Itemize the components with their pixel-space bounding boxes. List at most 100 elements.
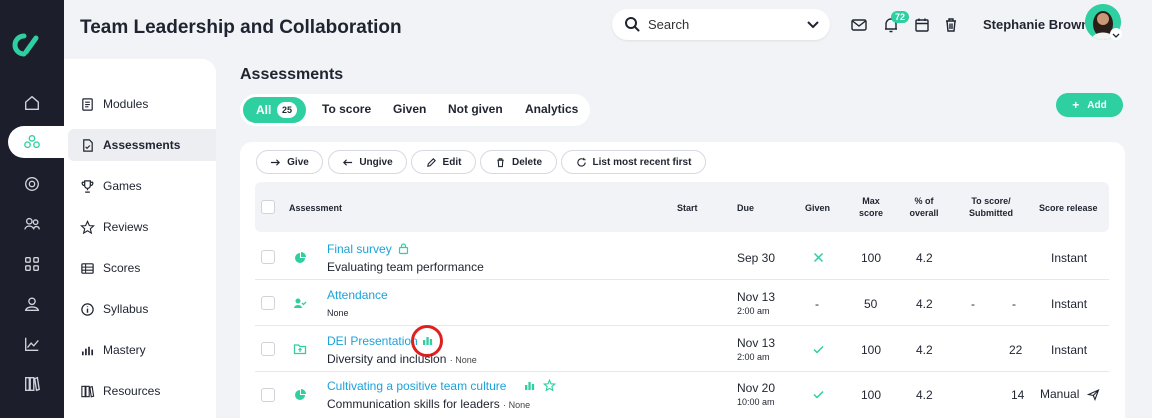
col-label-line: Submitted bbox=[969, 208, 1013, 218]
col-start[interactable]: Start bbox=[677, 202, 698, 214]
assessment-title-link[interactable]: Attendance bbox=[327, 288, 388, 302]
sidebar-item-label: Mastery bbox=[103, 343, 146, 357]
edit-button[interactable]: Edit bbox=[411, 150, 476, 174]
col-assessment[interactable]: Assessment bbox=[289, 202, 342, 214]
app-logo[interactable] bbox=[12, 30, 40, 60]
avatar-menu-chevron[interactable] bbox=[1110, 28, 1122, 40]
select-all-checkbox[interactable] bbox=[261, 200, 275, 214]
col-due[interactable]: Due bbox=[737, 202, 754, 214]
books-icon[interactable] bbox=[20, 372, 44, 396]
chevron-down-icon[interactable] bbox=[806, 17, 820, 31]
sidebar-item-label: Assessments bbox=[103, 138, 181, 152]
sort-button[interactable]: List most recent first bbox=[561, 150, 706, 174]
tab-all[interactable]: All 25 bbox=[243, 97, 306, 123]
table-icon bbox=[81, 262, 94, 274]
col-max-score[interactable]: Max score bbox=[855, 195, 887, 219]
delete-label: Delete bbox=[511, 156, 542, 168]
percent-overall: 4.2 bbox=[916, 343, 933, 357]
analytics-bars-icon[interactable] bbox=[523, 379, 536, 392]
subtitle-text: Diversity and inclusion bbox=[327, 352, 447, 366]
due-date: Nov 13 bbox=[737, 336, 776, 350]
sidebar-item-syllabus[interactable]: Syllabus bbox=[68, 293, 216, 325]
delete-button[interactable]: Delete bbox=[480, 150, 557, 174]
col-label-line: To score/ bbox=[971, 196, 1011, 206]
calendar-icon[interactable] bbox=[913, 16, 931, 34]
col-percent-overall[interactable]: % of overall bbox=[903, 195, 945, 219]
pencil-icon bbox=[426, 157, 436, 167]
course-title: Team Leadership and Collaboration bbox=[80, 17, 402, 38]
sidebar-item-games[interactable]: Games bbox=[68, 170, 216, 202]
assessment-title-link[interactable]: Cultivating a positive team culture bbox=[327, 379, 506, 393]
tab-analytics[interactable]: Analytics bbox=[525, 102, 578, 116]
sort-label: List most recent first bbox=[592, 156, 692, 168]
sidebar-item-assessments[interactable]: Assessments bbox=[68, 129, 216, 161]
sidebar-item-mastery[interactable]: Mastery bbox=[68, 334, 216, 366]
row-divider bbox=[255, 371, 1109, 372]
score-release: Manual bbox=[1040, 387, 1080, 401]
add-button-label: Add bbox=[1087, 99, 1107, 111]
col-label-line: % of bbox=[914, 196, 934, 206]
app-rail bbox=[0, 0, 78, 418]
tab-not-given[interactable]: Not given bbox=[448, 102, 503, 116]
send-icon[interactable] bbox=[1087, 388, 1100, 401]
grid-icon[interactable] bbox=[20, 252, 44, 276]
nodes-icon[interactable] bbox=[20, 130, 44, 154]
assessment-title-link[interactable]: Final survey bbox=[327, 242, 392, 256]
add-button[interactable]: + Add bbox=[1056, 93, 1123, 117]
user-icon[interactable] bbox=[20, 292, 44, 316]
to-score: - bbox=[971, 297, 975, 311]
sidebar-item-scores[interactable]: Scores bbox=[68, 252, 216, 284]
col-label-line: overall bbox=[909, 208, 939, 218]
percent-overall: 4.2 bbox=[916, 251, 933, 265]
give-label: Give bbox=[287, 156, 309, 168]
row-checkbox[interactable] bbox=[261, 250, 275, 264]
file-check-icon bbox=[83, 138, 93, 152]
subtitle-note: · None bbox=[503, 400, 531, 410]
give-button[interactable]: Give bbox=[256, 150, 323, 174]
trash-icon[interactable] bbox=[942, 16, 960, 34]
document-icon bbox=[82, 97, 93, 111]
attendance-people-icon bbox=[294, 298, 307, 308]
score-release: Instant bbox=[1051, 297, 1088, 311]
page-title: Assessments bbox=[240, 66, 344, 83]
col-score-release[interactable]: Score release bbox=[1039, 202, 1098, 214]
col-label-line: score bbox=[858, 208, 884, 218]
sidebar-item-label: Reviews bbox=[103, 220, 149, 234]
col-given[interactable]: Given bbox=[805, 202, 830, 214]
submitted-count: 22 bbox=[1009, 343, 1023, 357]
subtitle-note: · None bbox=[449, 355, 477, 365]
bars-icon bbox=[81, 346, 94, 355]
people-icon[interactable] bbox=[20, 212, 44, 236]
assessment-title-link[interactable]: DEI Presentation bbox=[327, 334, 418, 348]
tab-to-score[interactable]: To score bbox=[322, 102, 371, 116]
col-to-score-submitted[interactable]: To score/ Submitted bbox=[960, 195, 1022, 219]
home-icon[interactable] bbox=[20, 91, 44, 115]
target-icon[interactable] bbox=[20, 172, 44, 196]
score-release: Instant bbox=[1051, 343, 1088, 357]
due-time: 10:00 am bbox=[737, 397, 775, 407]
row-divider bbox=[255, 325, 1109, 326]
row-checkbox[interactable] bbox=[261, 388, 275, 402]
mail-icon[interactable] bbox=[850, 16, 868, 34]
tab-given[interactable]: Given bbox=[393, 102, 426, 116]
assessment-subtitle-note: None bbox=[327, 308, 349, 318]
star-icon[interactable] bbox=[543, 379, 556, 392]
lock-icon bbox=[398, 243, 409, 255]
assessment-subtitle: Communication skills for leaders · None bbox=[327, 397, 530, 411]
percent-overall: 4.2 bbox=[916, 297, 933, 311]
plus-icon: + bbox=[1072, 98, 1080, 112]
sidebar-item-modules[interactable]: Modules bbox=[68, 88, 216, 120]
row-checkbox[interactable] bbox=[261, 342, 275, 356]
chart-icon[interactable] bbox=[20, 332, 44, 356]
row-checkbox[interactable] bbox=[261, 296, 275, 310]
user-name[interactable]: Stephanie Brown bbox=[983, 17, 1089, 32]
given-status: - bbox=[815, 297, 819, 311]
search-box[interactable]: Search bbox=[612, 9, 830, 40]
submitted-count: - bbox=[1012, 297, 1016, 311]
filter-tabs: All 25 To score Given Not given Analytic… bbox=[240, 94, 590, 126]
search-input[interactable]: Search bbox=[648, 17, 689, 32]
sidebar-item-reviews[interactable]: Reviews bbox=[68, 211, 216, 243]
sidebar-item-resources[interactable]: Resources bbox=[68, 375, 216, 407]
ungive-button[interactable]: Ungive bbox=[328, 150, 407, 174]
survey-pie-icon bbox=[295, 389, 306, 400]
